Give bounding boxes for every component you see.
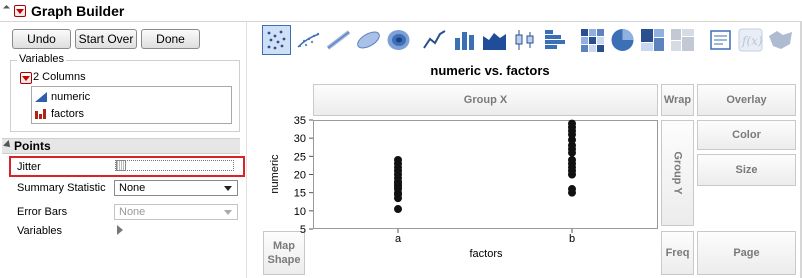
line-icon[interactable] — [420, 25, 449, 55]
columns-count-label: 2 Columns — [33, 71, 86, 83]
column-name: factors — [51, 108, 85, 120]
chevron-down-icon — [224, 186, 232, 191]
y-tick-label: 15 — [294, 188, 306, 200]
color-drop-zone[interactable]: Color — [697, 120, 796, 150]
variables-option-label: Variables — [17, 225, 63, 237]
error-bars-select: None — [114, 204, 238, 220]
x-tick-label: b — [569, 233, 575, 245]
map-shapes-icon[interactable] — [766, 25, 795, 55]
svg-text:f(x): f(x) — [741, 34, 763, 48]
jitter-highlight-box — [9, 156, 245, 177]
done-button[interactable]: Done — [141, 29, 200, 49]
size-drop-zone[interactable]: Size — [697, 154, 796, 186]
points-icon[interactable] — [262, 25, 291, 55]
ellipse-icon[interactable] — [354, 25, 383, 55]
data-point[interactable] — [394, 205, 402, 214]
y-axis-title: numeric — [269, 154, 281, 194]
select-value: None — [119, 182, 146, 194]
column-list[interactable]: numeric factors — [31, 86, 232, 124]
area-icon[interactable] — [480, 25, 509, 55]
y-tick-label: 25 — [294, 151, 306, 163]
group-y-drop-zone[interactable]: Group Y — [661, 120, 694, 226]
y-tick-label: 5 — [300, 224, 306, 236]
summary-statistic-select[interactable]: None — [114, 180, 238, 196]
error-bars-label: Error Bars — [17, 206, 68, 218]
caption-box-icon[interactable] — [706, 25, 735, 55]
contour-icon[interactable] — [384, 25, 413, 55]
page-drop-zone[interactable]: Page — [697, 231, 796, 275]
x-axis-title: factors — [469, 248, 503, 260]
line-of-fit-icon[interactable] — [324, 25, 353, 55]
y-tick-label: 20 — [294, 170, 306, 182]
histogram-icon[interactable] — [540, 25, 569, 55]
data-point[interactable] — [568, 119, 576, 128]
data-point[interactable] — [568, 155, 576, 164]
freq-drop-zone[interactable]: Freq — [661, 231, 694, 275]
column-item-factors[interactable]: factors — [34, 106, 84, 122]
columns-menu-icon[interactable] — [20, 72, 32, 84]
data-point[interactable] — [394, 155, 402, 164]
wrap-drop-zone[interactable]: Wrap — [661, 84, 694, 116]
column-name: numeric — [51, 91, 91, 103]
graph-title: numeric vs. factors — [430, 63, 550, 78]
group-y-label: Group Y — [671, 151, 684, 195]
y-tick-label: 30 — [294, 133, 306, 145]
select-value: None — [119, 206, 146, 218]
mosaic-icon[interactable] — [668, 25, 697, 55]
pie-icon[interactable] — [608, 25, 637, 55]
treemap-icon[interactable] — [638, 25, 667, 55]
panel-divider — [246, 22, 247, 278]
variables-label: Variables — [17, 53, 67, 65]
red-triangle-menu-icon[interactable] — [14, 5, 26, 17]
scatter-chart: 5 10 15 20 25 30 35 a b numeric factors — [269, 115, 576, 260]
summary-statistic-label: Summary Statistic — [17, 182, 106, 194]
box-plot-icon[interactable] — [510, 25, 539, 55]
expand-arrow-icon[interactable] — [117, 225, 123, 235]
y-tick-label: 35 — [294, 115, 306, 127]
bar-icon[interactable] — [450, 25, 479, 55]
nominal-icon — [34, 108, 48, 120]
start-over-button[interactable]: Start Over — [75, 29, 137, 49]
x-tick-label: a — [395, 233, 402, 245]
overlay-drop-zone[interactable]: Overlay — [697, 84, 796, 116]
points-section-label: Points — [14, 139, 51, 153]
column-item-numeric[interactable]: numeric — [34, 89, 90, 105]
y-tick-label: 10 — [294, 206, 306, 218]
window-title: Graph Builder — [31, 3, 125, 19]
undo-button[interactable]: Undo — [12, 29, 71, 49]
data-point[interactable] — [568, 185, 576, 194]
continuous-icon — [34, 91, 48, 103]
smoother-icon[interactable] — [294, 25, 323, 55]
formula-icon[interactable]: f(x) — [736, 25, 765, 55]
heatmap-icon[interactable] — [578, 25, 607, 55]
chevron-down-icon — [224, 210, 232, 215]
